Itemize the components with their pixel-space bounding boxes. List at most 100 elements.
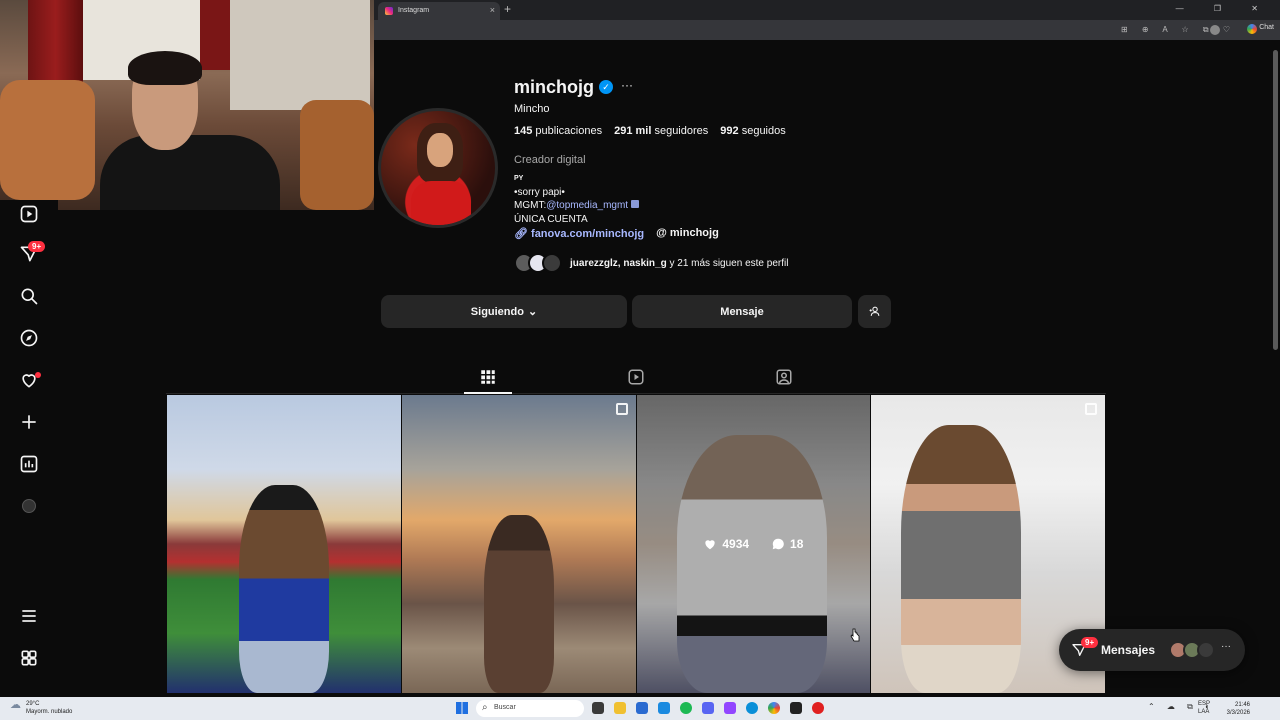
add-person-icon <box>869 306 880 316</box>
menu-icon <box>22 610 36 622</box>
profile-bio: PY •sorry papi• MGMT:@topmedia_mgmt ÚNIC… <box>514 172 639 226</box>
reels-tab-icon[interactable] <box>627 368 645 386</box>
profile-stats: 145 publicaciones 291 mil seguidores 992… <box>514 125 786 137</box>
tagged-tab-icon[interactable] <box>775 368 793 386</box>
plus-icon <box>22 415 36 429</box>
nav-search[interactable] <box>17 284 41 308</box>
clock[interactable]: 21:46 3/3/2026 <box>1227 701 1250 717</box>
profile-category: Creador digital <box>514 154 586 166</box>
carousel-icon <box>1085 403 1097 415</box>
obs-icon[interactable] <box>812 702 824 714</box>
capcut-icon[interactable] <box>790 702 802 714</box>
webcam-overlay <box>0 0 374 210</box>
profile-picture-dress <box>411 181 471 225</box>
page-scrollbar[interactable] <box>1272 42 1278 692</box>
bio-mention-link[interactable]: @topmedia_mgmt <box>546 200 628 211</box>
nav-more[interactable] <box>17 604 41 628</box>
profile-picture-face <box>427 133 453 167</box>
clock-time: 21:46 <box>1234 702 1250 708</box>
new-tab-button[interactable]: + <box>504 2 511 16</box>
tab-close-icon[interactable]: × <box>490 5 495 15</box>
lang-line-1: ESP <box>1198 701 1211 707</box>
following-button-label: Siguiendo <box>470 305 524 318</box>
messages-badge: 9+ <box>1081 637 1099 648</box>
file-explorer-icon[interactable] <box>614 702 626 714</box>
screen: Instagram × + — ❐ ✕ ⊞ ⊕ A ☆ ⧉ ♡ Chat 9+ … <box>0 0 1280 720</box>
weather-temp: 29°C <box>26 701 40 707</box>
nav-profile[interactable] <box>17 494 41 518</box>
store-icon[interactable] <box>636 702 648 714</box>
verified-badge-icon: ✓ <box>599 80 613 94</box>
message-button[interactable]: Mensaje <box>632 295 852 328</box>
browser-profile-avatar[interactable] <box>1210 25 1220 35</box>
window-controls[interactable]: — ❐ ✕ <box>1176 4 1272 13</box>
calendar-emoji-icon <box>630 200 639 208</box>
mouse-cursor-icon <box>850 628 860 642</box>
active-tab-indicator <box>464 392 512 394</box>
chart-icon <box>20 455 38 473</box>
discord-icon[interactable] <box>702 702 714 714</box>
taskbar-search-placeholder: Buscar <box>494 704 516 711</box>
bio-line-3: MGMT:@topmedia_mgmt <box>514 199 639 213</box>
post-4-person <box>901 425 1022 693</box>
profile-options-button[interactable]: ··· <box>621 78 633 92</box>
webcam-person-hair <box>128 51 202 85</box>
stat-followers[interactable]: 291 mil seguidores <box>614 125 708 137</box>
browser-tabbar: Instagram × + — ❐ ✕ <box>374 0 1280 20</box>
weather-widget[interactable]: 29°C Mayorm. nublado <box>10 700 72 716</box>
suggested-users-button[interactable] <box>858 295 891 328</box>
chevron-down-icon: ⌄ <box>527 306 538 318</box>
copilot-chat-button[interactable]: Chat <box>1247 24 1274 34</box>
followed-by[interactable]: juarezzglz, naskin_g y 21 más siguen est… <box>514 252 788 274</box>
followed-by-text: juarezzglz, naskin_g y 21 más siguen est… <box>570 257 789 269</box>
nav-dashboard[interactable] <box>17 452 41 476</box>
stat-posts: 145 publicaciones <box>514 125 603 137</box>
bio-line-2: •sorry papi• <box>514 186 565 198</box>
twitch-icon[interactable] <box>724 702 736 714</box>
compass-icon <box>20 329 38 347</box>
messages-pill[interactable]: 9+ Mensajes ··· <box>1059 629 1245 671</box>
weather-desc: Mayorm. nublado <box>26 709 73 715</box>
message-button-label: Mensaje <box>720 305 764 318</box>
mail-icon[interactable] <box>658 702 670 714</box>
follower-avatar-3 <box>542 253 562 273</box>
comment-filled-icon <box>772 538 784 550</box>
grid-tab-icon[interactable] <box>479 368 497 386</box>
windows-start-icon[interactable] <box>456 702 468 714</box>
webcam-person-body <box>100 135 280 210</box>
post-tile-1[interactable] <box>167 395 401 693</box>
nav-create[interactable] <box>17 410 41 434</box>
message-avatar-3 <box>1197 641 1215 659</box>
bio-line-1: PY <box>514 175 524 182</box>
bio-line-4: ÚNICA CUENTA <box>514 213 588 225</box>
profile-picture[interactable] <box>378 108 498 228</box>
activity-dot <box>35 372 41 378</box>
search-icon <box>21 288 38 305</box>
carousel-icon <box>615 403 628 415</box>
threads-link[interactable]: @ minchojg <box>656 227 719 240</box>
browser-tab-instagram[interactable]: Instagram × <box>378 2 500 20</box>
taskbar-search[interactable]: Buscar <box>476 700 584 717</box>
stat-following[interactable]: 992 seguidos <box>720 125 785 137</box>
nav-explore[interactable] <box>17 326 41 350</box>
post-tile-2[interactable] <box>401 395 636 693</box>
nav-also-from-meta[interactable] <box>17 646 41 670</box>
messages-more-icon[interactable]: ··· <box>1221 641 1231 652</box>
spotify-icon[interactable] <box>680 702 692 714</box>
browser-address-bar: ⊞ ⊕ A ☆ ⧉ ♡ Chat <box>374 20 1280 40</box>
post-1-person <box>239 485 329 693</box>
tabs-divider <box>166 393 1106 394</box>
edge-icon[interactable] <box>746 702 758 714</box>
task-view-icon[interactable] <box>592 702 604 714</box>
external-link[interactable]: 🔗︎ fanova.com/minchojg <box>514 227 644 240</box>
post-tile-3[interactable]: 4934 18 <box>636 395 871 693</box>
language-indicator[interactable]: ESP LAA <box>1198 700 1210 716</box>
reels-icon <box>20 205 38 223</box>
scrollbar-thumb[interactable] <box>1273 50 1278 350</box>
profile-avatar-small <box>22 499 36 513</box>
nav-reels[interactable] <box>17 202 41 226</box>
following-button[interactable]: Siguiendo ⌄ <box>381 295 627 328</box>
chrome-icon[interactable] <box>768 702 780 714</box>
heart-filled-icon <box>705 540 716 550</box>
posts-grid: 4934 18 <box>167 395 1105 693</box>
